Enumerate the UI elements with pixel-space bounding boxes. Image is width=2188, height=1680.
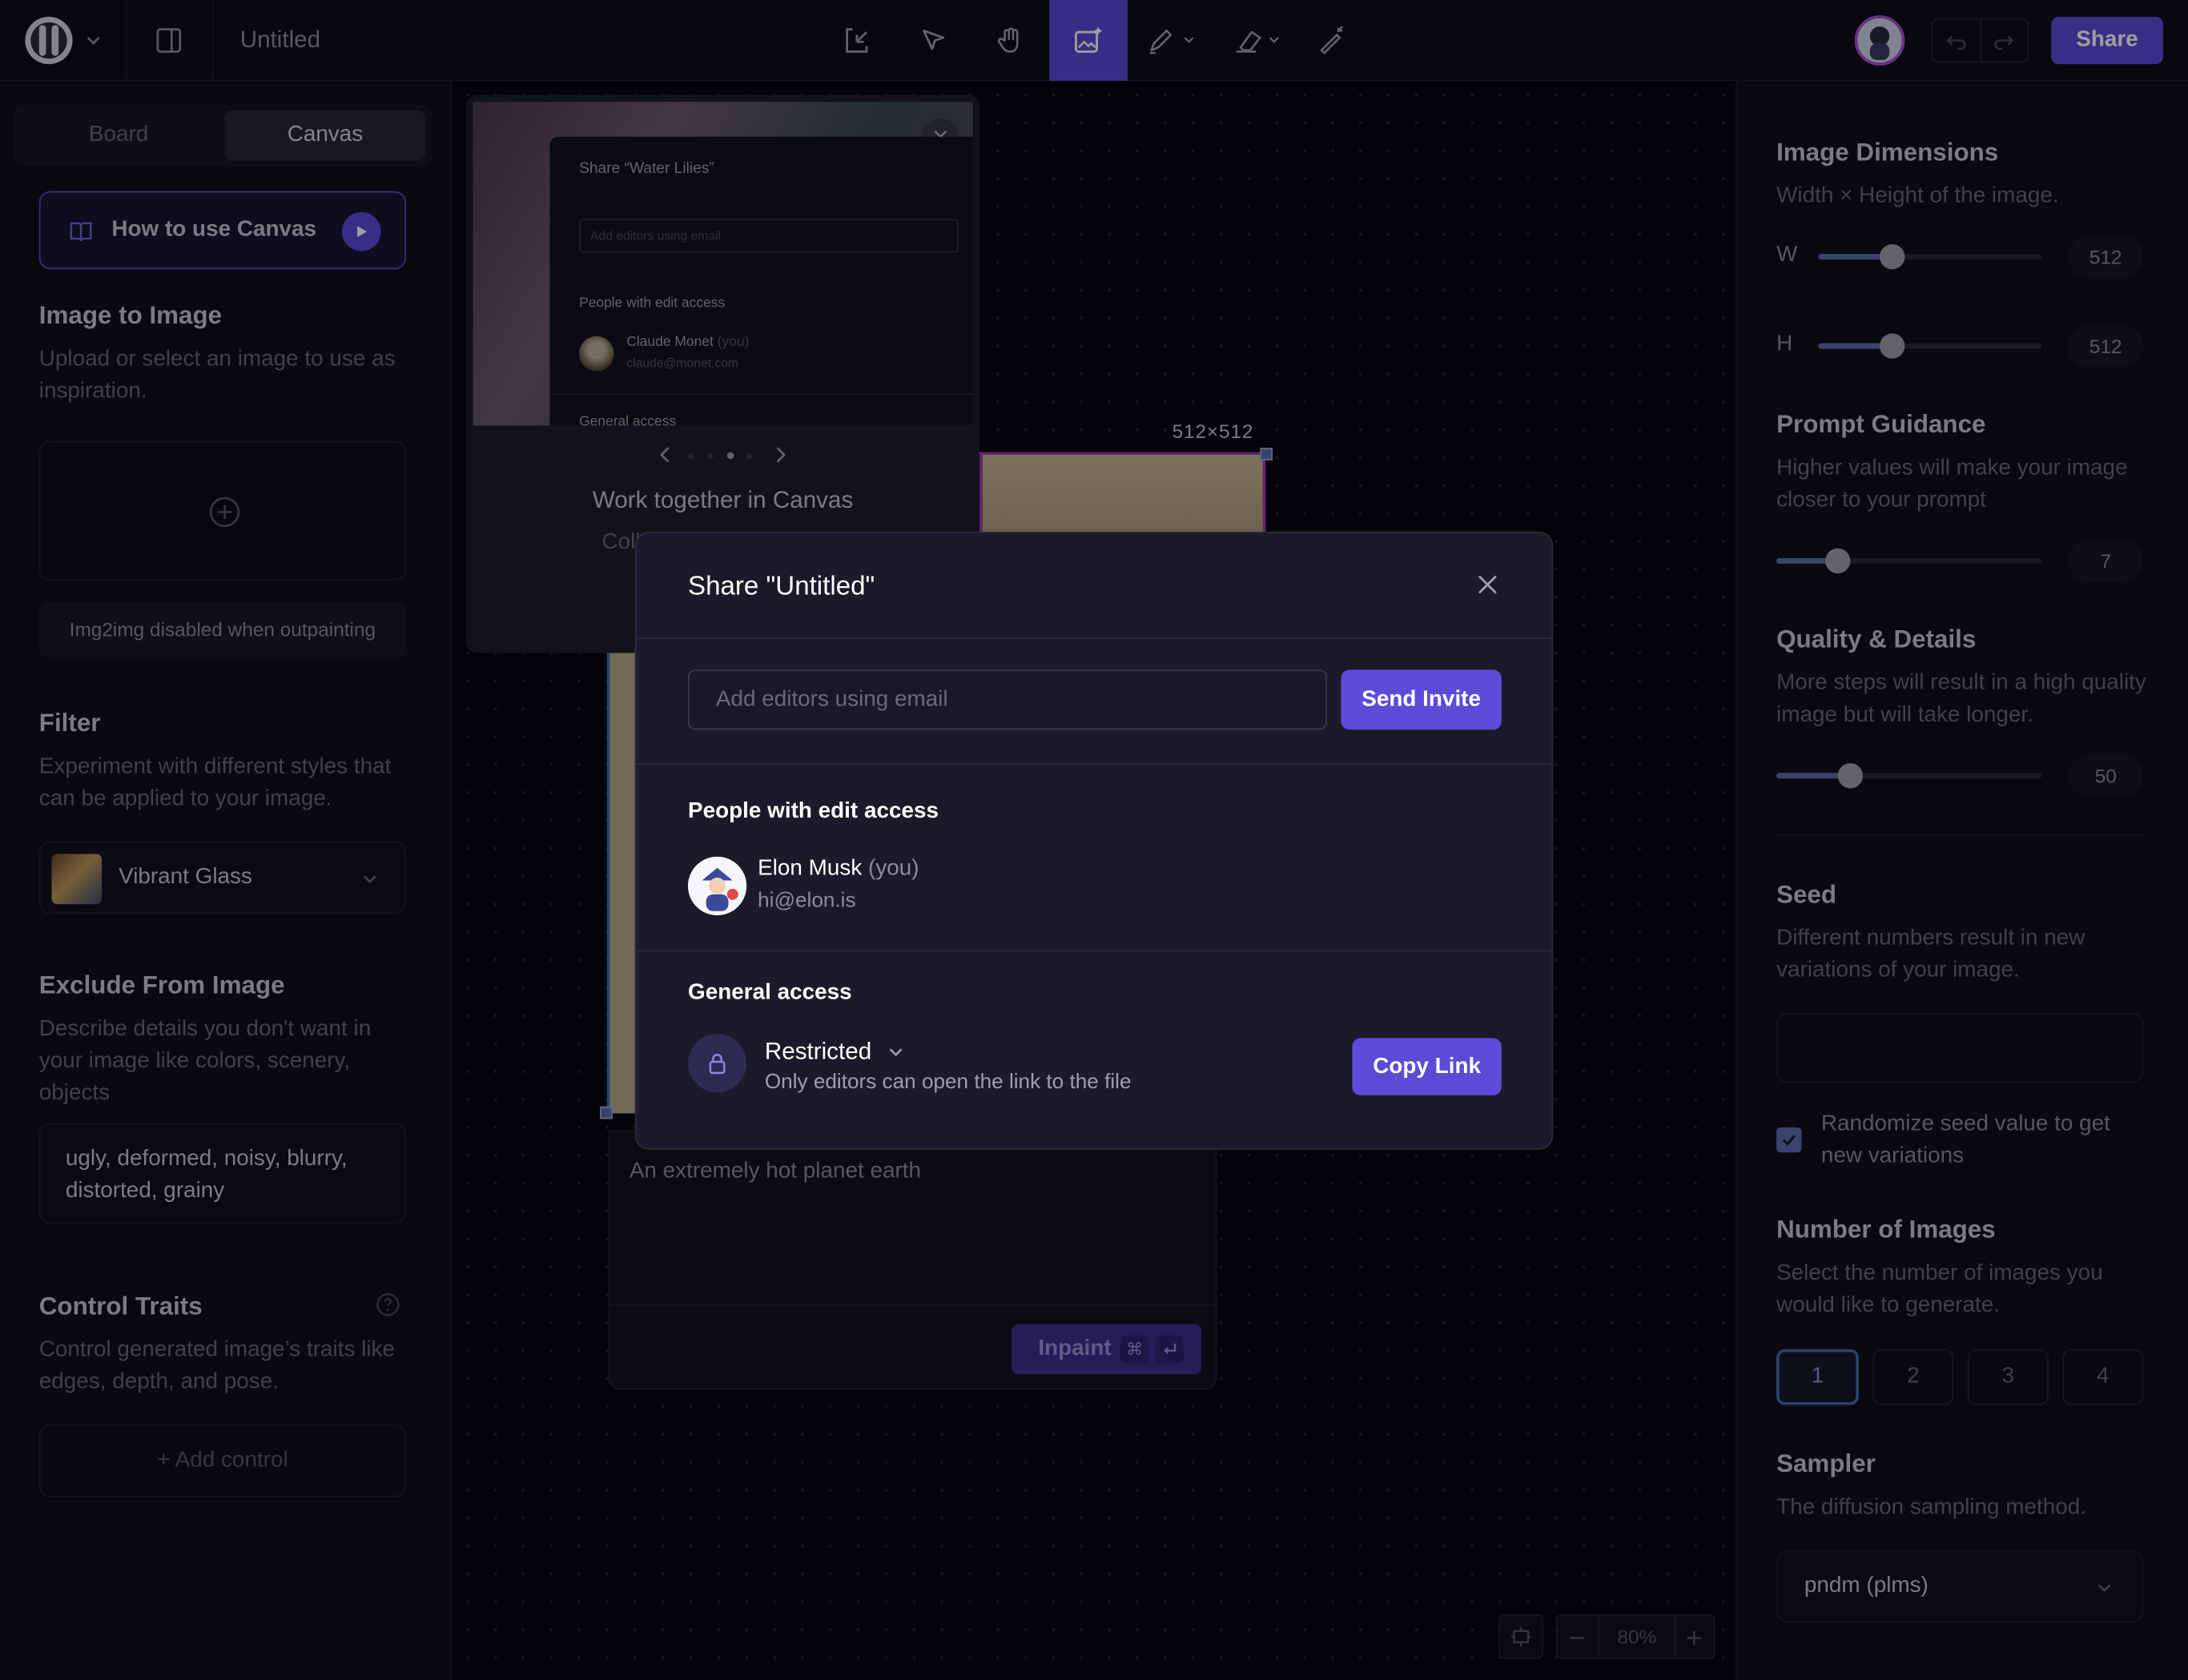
- lock-icon: [688, 1034, 747, 1093]
- email-placeholder: Add editors using email: [715, 688, 948, 712]
- app-root: Untitled Share Board Canvas How to use C…: [0, 0, 2188, 1680]
- person-avatar: [688, 856, 747, 916]
- email-input[interactable]: Add editors using email: [688, 669, 1328, 730]
- send-invite-button[interactable]: Send Invite: [1341, 669, 1502, 730]
- access-description: Only editors can open the link to the fi…: [764, 1070, 1132, 1095]
- people-heading: People with edit access: [688, 799, 939, 824]
- access-level: Restricted: [764, 1038, 872, 1065]
- modal-divider: [636, 763, 1552, 765]
- close-icon[interactable]: [1475, 572, 1500, 597]
- person-name: Elon Musk: [758, 856, 863, 881]
- general-access-heading: General access: [688, 980, 852, 1005]
- person-email: hi@elon.is: [758, 888, 856, 913]
- copy-link-button[interactable]: Copy Link: [1352, 1038, 1502, 1095]
- share-modal: Share "Untitled" Add editors using email…: [634, 531, 1554, 1150]
- person-name-line: Elon Musk (you): [758, 857, 919, 882]
- modal-divider: [636, 950, 1552, 952]
- person-you-tag: (you): [868, 856, 919, 881]
- modal-divider: [636, 637, 1552, 640]
- access-level-dropdown[interactable]: Restricted: [765, 1037, 905, 1067]
- chevron-down-icon: [886, 1043, 905, 1062]
- modal-title: Share "Untitled": [688, 572, 875, 601]
